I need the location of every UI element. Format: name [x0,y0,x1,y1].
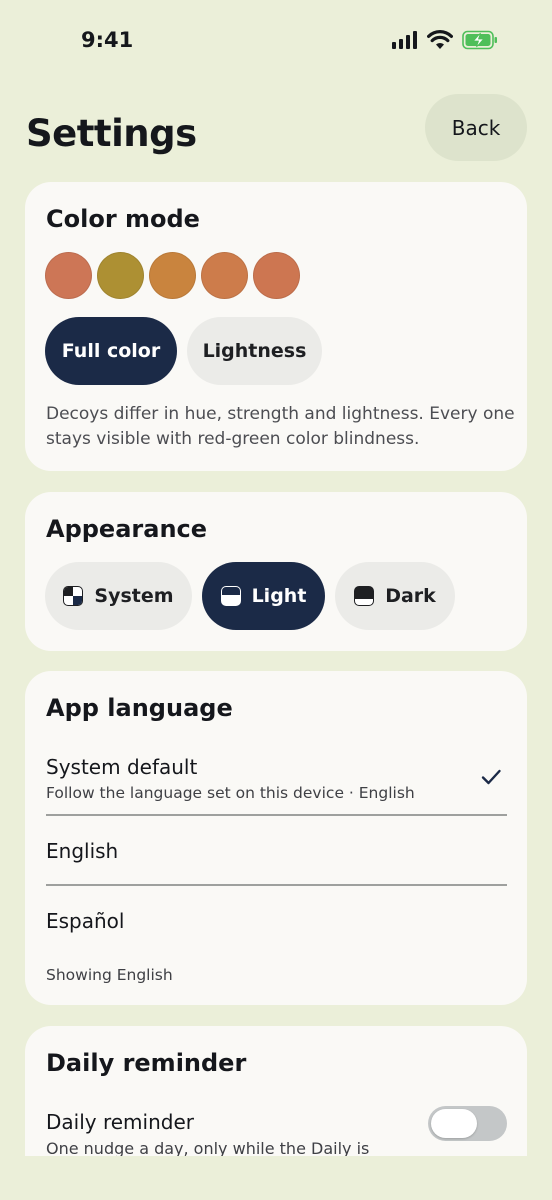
color-swatch [45,252,92,299]
lightness-label: Lightness [202,340,307,362]
appearance-title: Appearance [46,515,208,543]
lightness-button[interactable]: Lightness [187,317,322,385]
language-option-label: System default [46,755,198,779]
language-option-label: English [46,839,119,863]
daily-reminder-title: Daily reminder [46,1049,247,1077]
toggle-knob [431,1109,477,1138]
divider [46,814,507,816]
language-option-system-default[interactable]: System default Follow the language set o… [25,746,527,812]
system-theme-icon [63,586,84,606]
color-swatch [201,252,248,299]
full-color-button[interactable]: Full color [45,317,177,385]
back-button[interactable]: Back [425,94,527,161]
battery-charging-icon [462,30,497,50]
status-time: 9:41 [81,28,134,52]
wifi-icon [427,30,453,49]
color-swatch [253,252,300,299]
status-bar: 9:41 [0,0,552,82]
color-mode-description: Decoys differ in hue, strength and light… [46,404,515,449]
full-color-label: Full color [61,340,161,362]
daily-reminder-row-label: Daily reminder [46,1110,194,1134]
theme-dark-button[interactable]: Dark [335,562,455,630]
divider [46,884,507,886]
app-language-title: App language [46,694,233,722]
checkmark-icon [481,769,501,785]
theme-light-button[interactable]: Light [202,562,325,630]
language-option-english[interactable]: English [25,820,527,882]
color-swatch [149,252,196,299]
page-title: Settings [26,112,197,155]
language-option-espanol[interactable]: Español [25,890,527,950]
theme-dark-label: Dark [385,585,436,607]
language-option-sublabel: Follow the language set on this device ·… [46,784,415,802]
theme-light-label: Light [251,585,307,607]
dark-theme-icon [354,586,375,606]
language-option-label: Español [46,909,125,933]
daily-reminder-toggle[interactable] [428,1106,507,1141]
daily-reminder-row-sublabel: One nudge a day, only while the Daily is [46,1139,370,1156]
theme-system-button[interactable]: System [45,562,192,630]
color-swatch [97,252,144,299]
language-status: Showing English [46,966,173,984]
cellular-signal-icon [392,31,420,49]
light-theme-icon [220,586,241,606]
theme-system-label: System [94,585,174,607]
color-mode-title: Color mode [46,205,200,233]
